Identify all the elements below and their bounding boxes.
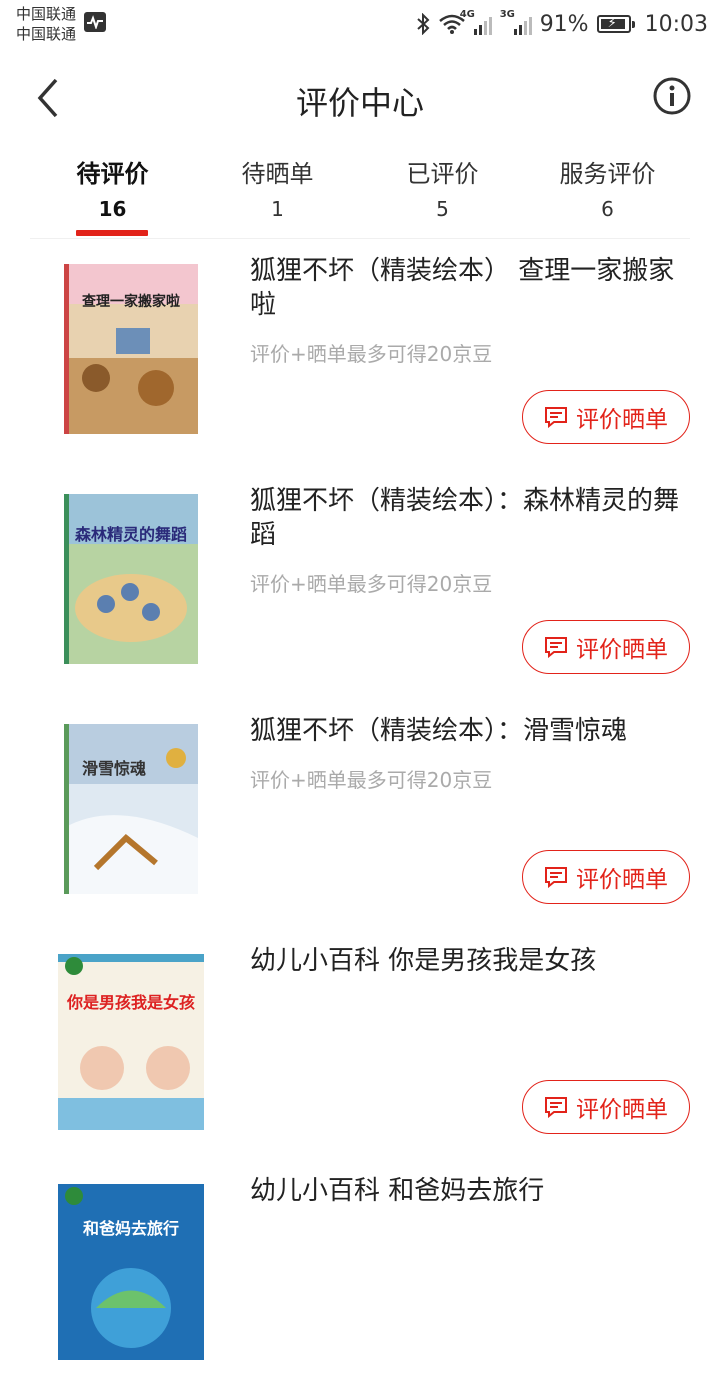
product-title[interactable]: 狐狸不坏（精装绘本） 查理一家搬家啦 <box>250 254 690 322</box>
tab-count: 16 <box>98 197 127 221</box>
list-item: 查理一家搬家啦 狐狸不坏（精装绘本） 查理一家搬家啦 评价+晒单最多可得20京豆… <box>0 240 720 470</box>
tab-service-review[interactable]: 服务评价 6 <box>525 146 690 238</box>
tab-count: 5 <box>436 197 449 221</box>
book-cover-image[interactable]: 森林精灵的舞蹈 <box>56 488 206 670</box>
tab-count: 6 <box>601 197 614 221</box>
review-share-button[interactable]: 评价晒单 <box>522 1080 690 1134</box>
info-icon <box>653 77 691 115</box>
activity-icon <box>84 12 106 32</box>
battery-percent: 91% <box>539 11 589 37</box>
comment-icon <box>545 867 567 888</box>
tab-label: 服务评价 <box>559 160 656 188</box>
tab-pending-review[interactable]: 待评价 16 <box>30 146 195 238</box>
signal-icon-2: 3G <box>500 9 532 35</box>
button-label: 评价晒单 <box>576 867 668 893</box>
tab-pending-share[interactable]: 待晒单 1 <box>195 146 360 238</box>
signal-icon-1: 4G <box>460 9 492 35</box>
list-item: 滑雪惊魂 狐狸不坏（精装绘本）：滑雪惊魂 评价+晒单最多可得20京豆 评价晒单 <box>0 700 720 930</box>
list-item: 和爸妈去旅行 幼儿小百科 和爸妈去旅行 <box>0 1160 720 1390</box>
pending-review-list: 查理一家搬家啦 狐狸不坏（精装绘本） 查理一家搬家啦 评价+晒单最多可得20京豆… <box>0 240 720 1390</box>
product-title[interactable]: 幼儿小百科 你是男孩我是女孩 <box>250 944 690 978</box>
carrier-labels: 中国联通 中国联通 <box>16 4 76 44</box>
status-bar: 中国联通 中国联通 4G 3G 91% ⚡ 10:03 <box>0 0 720 50</box>
active-tab-indicator <box>76 230 148 236</box>
button-label: 评价晒单 <box>576 637 668 663</box>
comment-icon <box>545 407 567 428</box>
button-label: 评价晒单 <box>576 1097 668 1123</box>
nav-bar: 评价中心 <box>0 50 720 146</box>
book-cover-image[interactable]: 查理一家搬家啦 <box>56 258 206 440</box>
reward-hint: 评价+晒单最多可得20京豆 <box>250 768 493 792</box>
tab-label: 已评价 <box>406 160 479 188</box>
carrier-1: 中国联通 <box>16 5 77 23</box>
list-item: 森林精灵的舞蹈 狐狸不坏（精装绘本）：森林精灵的舞蹈 评价+晒单最多可得20京豆… <box>0 470 720 700</box>
svg-text:查理一家搬家啦: 查理一家搬家啦 <box>82 293 180 310</box>
comment-icon <box>545 637 567 658</box>
product-title[interactable]: 幼儿小百科 和爸妈去旅行 <box>250 1174 690 1208</box>
list-item: 你是男孩我是女孩 幼儿小百科 你是男孩我是女孩 评价晒单 <box>0 930 720 1160</box>
comment-icon <box>545 1097 567 1118</box>
tab-label: 待晒单 <box>241 160 314 188</box>
clock: 10:03 <box>644 11 708 37</box>
svg-text:滑雪惊魂: 滑雪惊魂 <box>82 759 146 778</box>
bluetooth-icon <box>417 13 430 35</box>
review-share-button[interactable]: 评价晒单 <box>522 620 690 674</box>
tab-count: 1 <box>271 197 284 221</box>
svg-text:和爸妈去旅行: 和爸妈去旅行 <box>83 1219 179 1238</box>
product-title[interactable]: 狐狸不坏（精装绘本）：滑雪惊魂 <box>250 714 690 748</box>
product-title[interactable]: 狐狸不坏（精装绘本）：森林精灵的舞蹈 <box>250 484 690 552</box>
page-title: 评价中心 <box>295 84 424 122</box>
tab-bar: 待评价 16 待晒单 1 已评价 5 服务评价 6 <box>30 146 690 239</box>
reward-hint: 评价+晒单最多可得20京豆 <box>250 572 493 596</box>
carrier-2: 中国联通 <box>16 25 77 43</box>
reward-hint: 评价+晒单最多可得20京豆 <box>250 342 493 366</box>
book-cover-image[interactable]: 你是男孩我是女孩 <box>56 948 206 1130</box>
svg-text:你是男孩我是女孩: 你是男孩我是女孩 <box>66 993 195 1012</box>
status-icons: 4G 3G 91% ⚡ 10:03 <box>416 9 708 38</box>
book-cover-image[interactable]: 滑雪惊魂 <box>56 718 206 900</box>
review-share-button[interactable]: 评价晒单 <box>522 850 690 904</box>
review-share-button[interactable]: 评价晒单 <box>522 390 690 444</box>
tab-label: 待评价 <box>76 160 149 188</box>
svg-text:森林精灵的舞蹈: 森林精灵的舞蹈 <box>75 525 187 544</box>
battery-icon: ⚡ <box>596 15 635 33</box>
book-cover-image[interactable]: 和爸妈去旅行 <box>56 1178 206 1360</box>
tab-reviewed[interactable]: 已评价 5 <box>360 146 525 238</box>
info-button[interactable] <box>652 76 692 116</box>
button-label: 评价晒单 <box>576 407 668 433</box>
